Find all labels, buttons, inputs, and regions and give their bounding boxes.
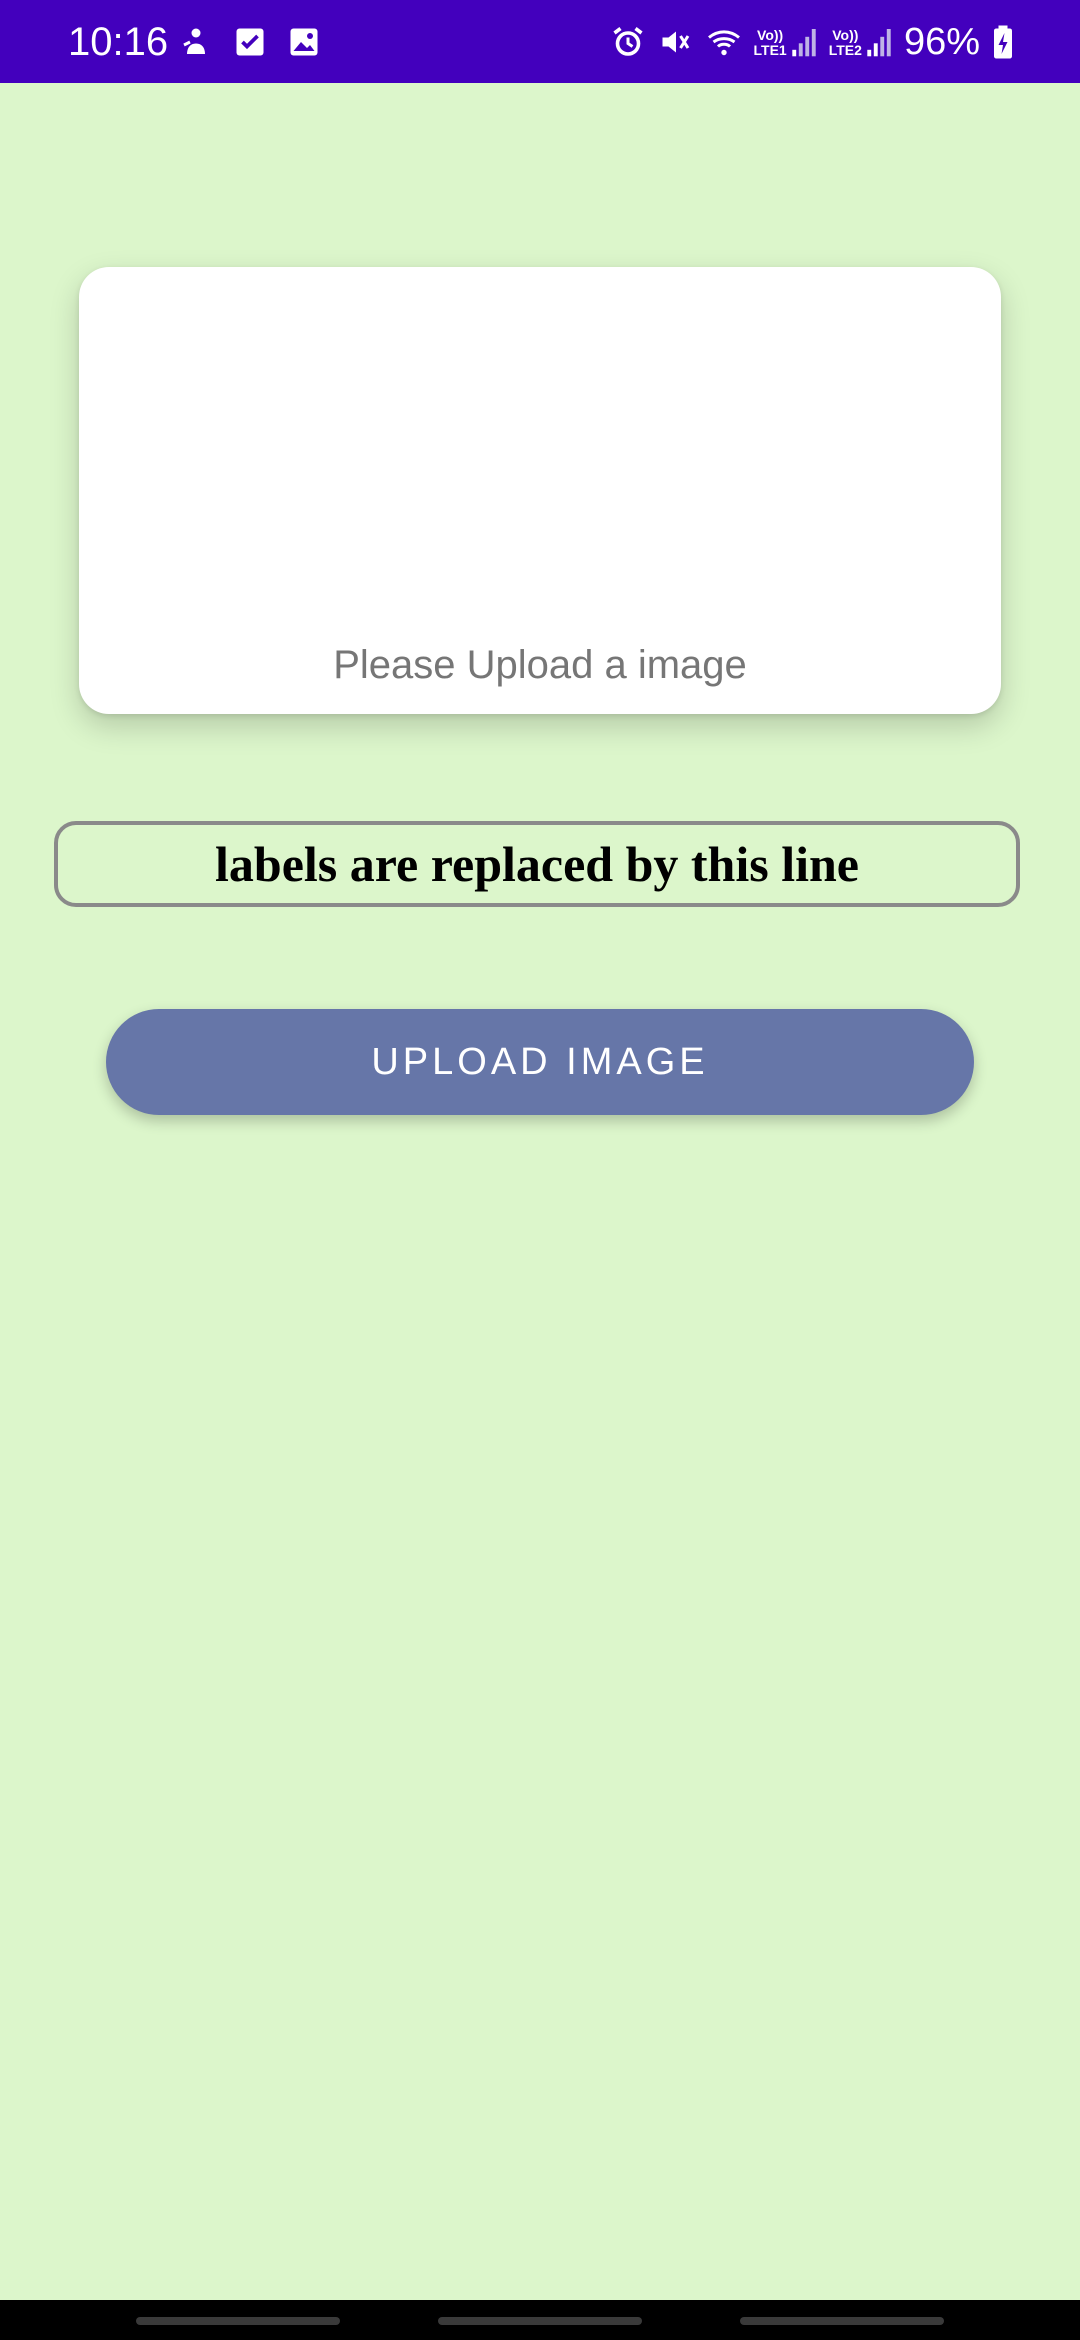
upload-hint-text: Please Upload a image [333,643,747,687]
status-right-icons: Vo)) LTE1 Vo)) LTE2 96% [610,16,1014,68]
sim2-network-label: LTE2 [828,42,862,58]
battery-charging-icon [992,24,1014,60]
alarm-icon [610,24,646,60]
sim1-network-label: LTE1 [753,42,787,58]
status-bar: 10:16 Vo)) LTE1 Vo)) LTE2 96% [0,0,1080,83]
battery-percent: 96% [903,21,980,63]
checkbox-icon [232,24,268,60]
sim1-volte-label: Vo)) [757,27,784,43]
sim2-volte-label: Vo)) [832,27,859,43]
wifi-icon [706,24,742,60]
gallery-icon [286,24,322,60]
navigation-bar [0,2300,1080,2340]
recents-pill[interactable] [136,2317,340,2325]
result-label-box: labels are replaced by this line [54,821,1020,907]
home-pill[interactable] [438,2317,642,2325]
signal-bars-icon [866,26,892,58]
status-left-icons [178,22,322,62]
back-pill[interactable] [740,2317,944,2325]
sim1-signal: Vo)) LTE1 [754,26,817,58]
person-notification-icon [178,24,214,60]
status-time: 10:16 [68,20,169,64]
image-preview-card: Please Upload a image [79,267,1001,714]
result-label-text: labels are replaced by this line [215,836,859,892]
vibrate-mute-icon [658,24,694,60]
sim2-signal: Vo)) LTE2 [829,26,892,58]
upload-image-button[interactable]: UPLOAD IMAGE [106,1009,974,1115]
signal-bars-icon [791,26,817,58]
